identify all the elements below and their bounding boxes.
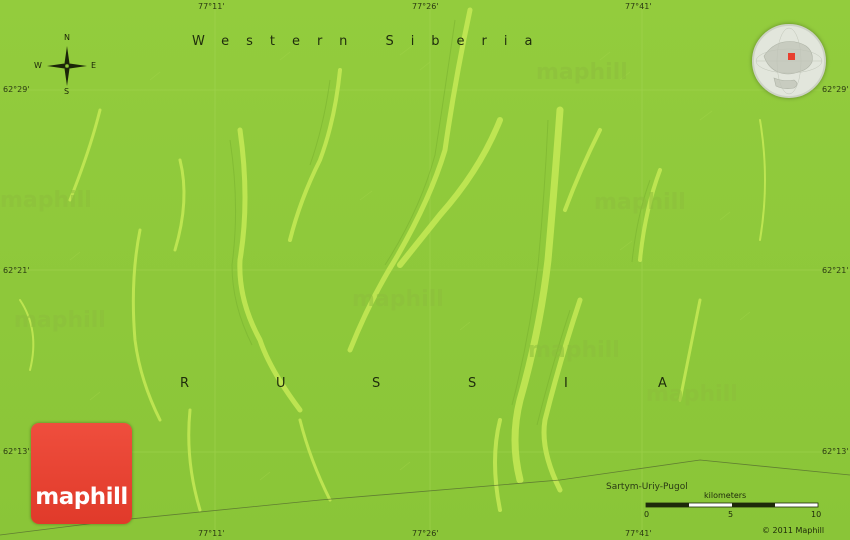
globe-icon [755,27,823,95]
compass-north: N [64,33,70,42]
longitude-label: 77°11' [198,529,225,538]
latitude-label: 62°21' [822,266,849,275]
country-letter: S [468,376,477,391]
latitude-label: 62°13' [3,447,30,456]
watermark: maphill [536,60,628,85]
locator-globe[interactable] [752,24,826,98]
compass-icon [47,46,87,86]
watermark: maphill [528,338,620,363]
scale-tick: 5 [728,510,734,519]
compass-rose [45,44,89,92]
country-letter: R [180,376,190,391]
watermark: maphill [0,188,92,213]
longitude-label: 77°26' [412,2,439,11]
country-letter: U [276,376,286,391]
scale-unit: kilometers [704,491,747,500]
latitude-label: 62°29' [822,85,849,94]
compass-south: S [64,87,70,96]
map-viewport[interactable]: maphill maphill maphill maphill maphill … [0,0,850,540]
region-label: Western Siberia [192,34,550,49]
latitude-label: 62°13' [822,447,849,456]
watermark: maphill [594,190,686,215]
watermark: maphill [14,308,106,333]
copyright: © 2011 Maphill [762,526,825,535]
longitude-label: 77°26' [412,529,439,538]
scale-tick: 10 [811,510,822,519]
latitude-label: 62°29' [3,85,30,94]
longitude-label: 77°41' [625,529,652,538]
country-letter: S [372,376,381,391]
compass-east: E [91,61,97,70]
compass-west: W [34,61,42,70]
country-letter: I [564,376,568,391]
country-letter: A [658,376,667,391]
place-label[interactable]: Sartym-Uriy-Pugol [606,482,688,492]
scale-bar [645,502,819,508]
scale-tick: 0 [644,510,650,519]
longitude-label: 77°11' [198,2,225,11]
watermark: maphill [352,287,444,312]
latitude-label: 62°21' [3,266,30,275]
brand-label: maphill [35,484,128,510]
maphill-logo[interactable]: maphill [31,423,132,524]
longitude-label: 77°41' [625,2,652,11]
location-marker [788,53,795,60]
